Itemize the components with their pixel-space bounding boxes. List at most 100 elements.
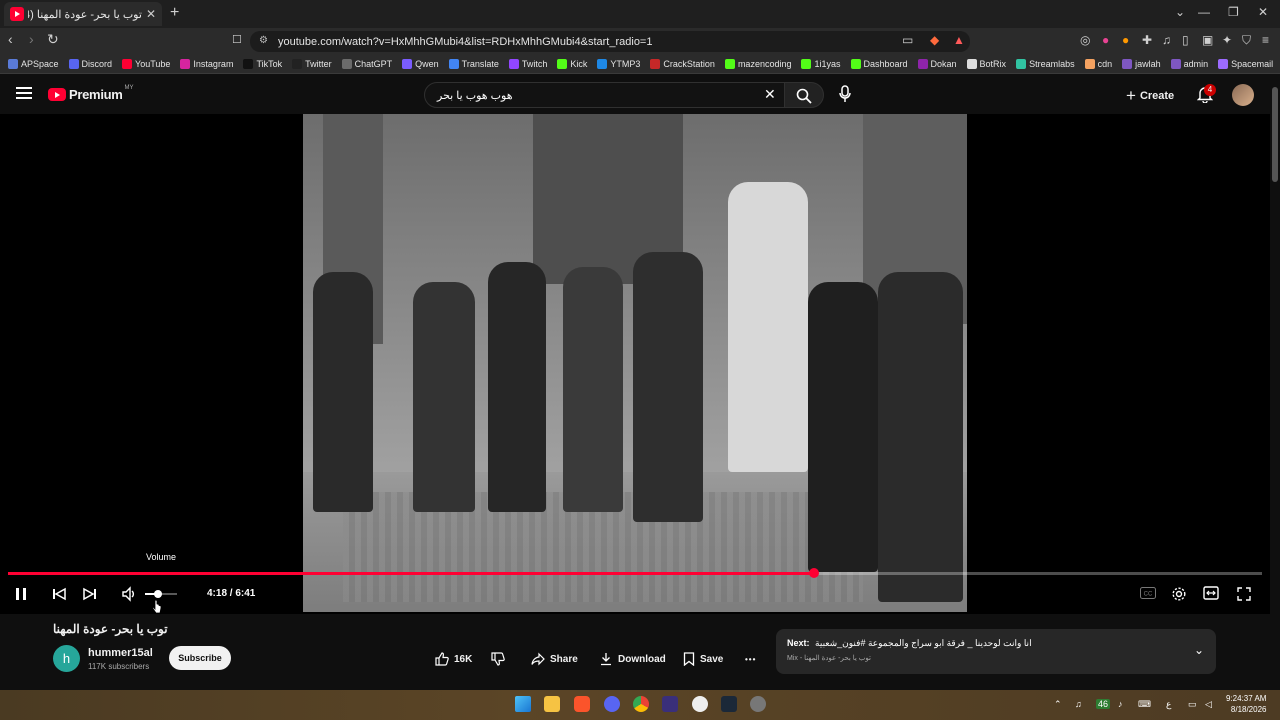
volume-knob[interactable] (153, 590, 162, 598)
create-button[interactable]: + Create (1126, 86, 1174, 106)
previous-button[interactable] (51, 586, 67, 602)
download-button[interactable]: Download (599, 647, 666, 671)
bookmark-item[interactable]: APSpace (8, 58, 59, 69)
close-window-button[interactable]: ✕ (1258, 5, 1268, 19)
bookmark-item[interactable]: YouTube (122, 58, 170, 69)
discord-app-icon[interactable] (604, 696, 620, 712)
leo-ai-icon[interactable]: ✦ (1222, 33, 1232, 47)
vpn-icon[interactable]: ⛉ (1242, 33, 1251, 48)
page-scrollbar[interactable] (1270, 75, 1280, 690)
bookmark-item[interactable]: Dokan (917, 58, 957, 69)
settings-gear-icon[interactable] (1171, 586, 1187, 602)
extensions-icon[interactable]: ✚ (1142, 33, 1152, 47)
keyboard-icon[interactable]: ⌨ (1138, 699, 1151, 710)
bookmark-item[interactable]: Dashboard (850, 58, 908, 69)
tab-close-icon[interactable]: ✕ (146, 7, 156, 21)
chevron-down-icon[interactable]: ⌄ (1194, 643, 1204, 657)
youtube-premium-logo[interactable]: Premium MY (48, 85, 134, 102)
wallet-icon[interactable]: ▣ (1202, 33, 1213, 47)
network-icon[interactable]: ▭ (1188, 699, 1197, 710)
reload-button[interactable]: ↻ (47, 31, 59, 48)
extension-3-icon[interactable]: ● (1122, 33, 1129, 47)
search-input[interactable]: هوب هوب يا بحر (424, 82, 786, 108)
media-icon[interactable]: ♫ (1162, 33, 1171, 47)
bookmark-item[interactable]: ChatGPT (341, 58, 392, 69)
bookmark-item[interactable]: BotRix (966, 58, 1006, 69)
chrome-icon[interactable] (633, 696, 649, 712)
clear-search-icon[interactable]: ✕ (764, 86, 776, 103)
file-explorer-icon[interactable] (544, 696, 560, 712)
bookmark-item[interactable]: Instagram (180, 58, 233, 69)
bookmark-item[interactable]: Twitter (292, 58, 332, 69)
bookmark-item[interactable]: CrackStation (650, 58, 715, 69)
speaker-icon[interactable]: ◁ (1205, 699, 1212, 710)
tray-badge[interactable]: 46 (1096, 699, 1111, 709)
microphone-tray-icon[interactable]: ♪ (1118, 699, 1123, 709)
dislike-button[interactable] (491, 647, 505, 671)
bookmark-item[interactable]: 1i1yas (801, 58, 841, 69)
extension-2-icon[interactable]: ● (1102, 33, 1109, 47)
app-icon[interactable] (750, 696, 766, 712)
system-clock[interactable]: 9:24:37 AM 8/18/2026 (1226, 693, 1266, 715)
obs-icon[interactable] (692, 696, 708, 712)
bookmark-item[interactable]: mazencoding (724, 58, 791, 69)
steam-icon[interactable] (721, 696, 737, 712)
next-button[interactable] (82, 586, 98, 602)
account-avatar[interactable] (1232, 84, 1254, 106)
bookmark-item[interactable]: cdn (1084, 58, 1112, 69)
new-tab-button[interactable]: + (170, 4, 179, 22)
headset-icon[interactable]: ♫ (1075, 699, 1082, 709)
captions-button[interactable]: CC (1140, 587, 1156, 599)
brave-shields-icon[interactable]: ◆ (930, 33, 939, 47)
volume-slider[interactable] (145, 590, 177, 598)
theater-mode-button[interactable] (1203, 586, 1219, 600)
site-info-icon[interactable]: ⚙ (259, 35, 268, 46)
menu-icon[interactable]: ≡ (1262, 33, 1269, 47)
minimize-button[interactable]: — (1198, 5, 1210, 19)
channel-avatar[interactable]: h (53, 645, 80, 672)
bookmark-item[interactable]: admin (1170, 58, 1208, 69)
input-language[interactable]: ع (1166, 699, 1171, 710)
channel-name[interactable]: hummer15al (88, 647, 153, 659)
scrollbar-thumb[interactable] (1272, 87, 1278, 182)
forward-button[interactable]: › (29, 31, 34, 47)
subscribe-button[interactable]: Subscribe (169, 646, 231, 670)
search-button[interactable] (784, 82, 824, 108)
brave-rewards-icon[interactable]: ▲ (953, 33, 965, 47)
video-player[interactable] (0, 114, 1270, 614)
bookmark-item[interactable]: YTMP3 (597, 58, 640, 69)
volume-icon[interactable] (121, 586, 137, 602)
extension-1-icon[interactable]: ◎ (1080, 33, 1090, 47)
back-button[interactable]: ‹ (8, 31, 13, 47)
bookmark-item[interactable]: Qwen (402, 58, 439, 69)
like-button[interactable]: 16K (435, 647, 472, 671)
bookmark-page-icon[interactable]: ☐ (232, 33, 242, 46)
guide-menu-icon[interactable] (16, 87, 32, 99)
video-frame[interactable] (303, 114, 967, 612)
bookmark-item[interactable]: Kick (557, 58, 587, 69)
cast-icon[interactable]: ▭ (902, 33, 913, 47)
browser-tab[interactable]: توب يا بحر- عودة المهنا (4) ● ✕ (4, 2, 162, 26)
maximize-button[interactable]: ❐ (1228, 5, 1239, 19)
voice-search-icon[interactable] (838, 85, 852, 103)
bookmark-item[interactable]: TikTok (243, 58, 282, 69)
pause-button[interactable] (14, 586, 28, 602)
fullscreen-button[interactable] (1236, 586, 1252, 602)
bookmark-item[interactable]: Spacemail (1218, 58, 1273, 69)
bookmark-item[interactable]: Twitch (508, 58, 547, 69)
start-windows-icon[interactable] (515, 696, 531, 712)
save-button[interactable]: Save (683, 647, 723, 671)
more-actions-button[interactable]: ••• (745, 647, 756, 671)
bookmark-item[interactable]: Streamlabs (1016, 58, 1075, 69)
bookmark-item[interactable]: jawlah (1122, 58, 1161, 69)
brave-browser-icon[interactable] (574, 696, 590, 712)
progress-bar[interactable] (8, 568, 1262, 578)
share-button[interactable]: Share (531, 647, 578, 671)
tab-search-icon[interactable]: ⌄ (1175, 5, 1185, 19)
bookmark-item[interactable]: Translate (448, 58, 499, 69)
next-up-card[interactable]: Next: انا وانت لوحدينا _ فرقة ابو سراج و… (776, 629, 1216, 674)
show-hidden-icons-icon[interactable]: ⌃ (1054, 699, 1062, 710)
next-app-icon[interactable] (662, 696, 678, 712)
url-field[interactable]: ⚙ youtube.com/watch?v=HxMhhGMubi4&list=R… (250, 31, 970, 52)
sidebar-icon[interactable]: ▯ (1182, 33, 1189, 47)
